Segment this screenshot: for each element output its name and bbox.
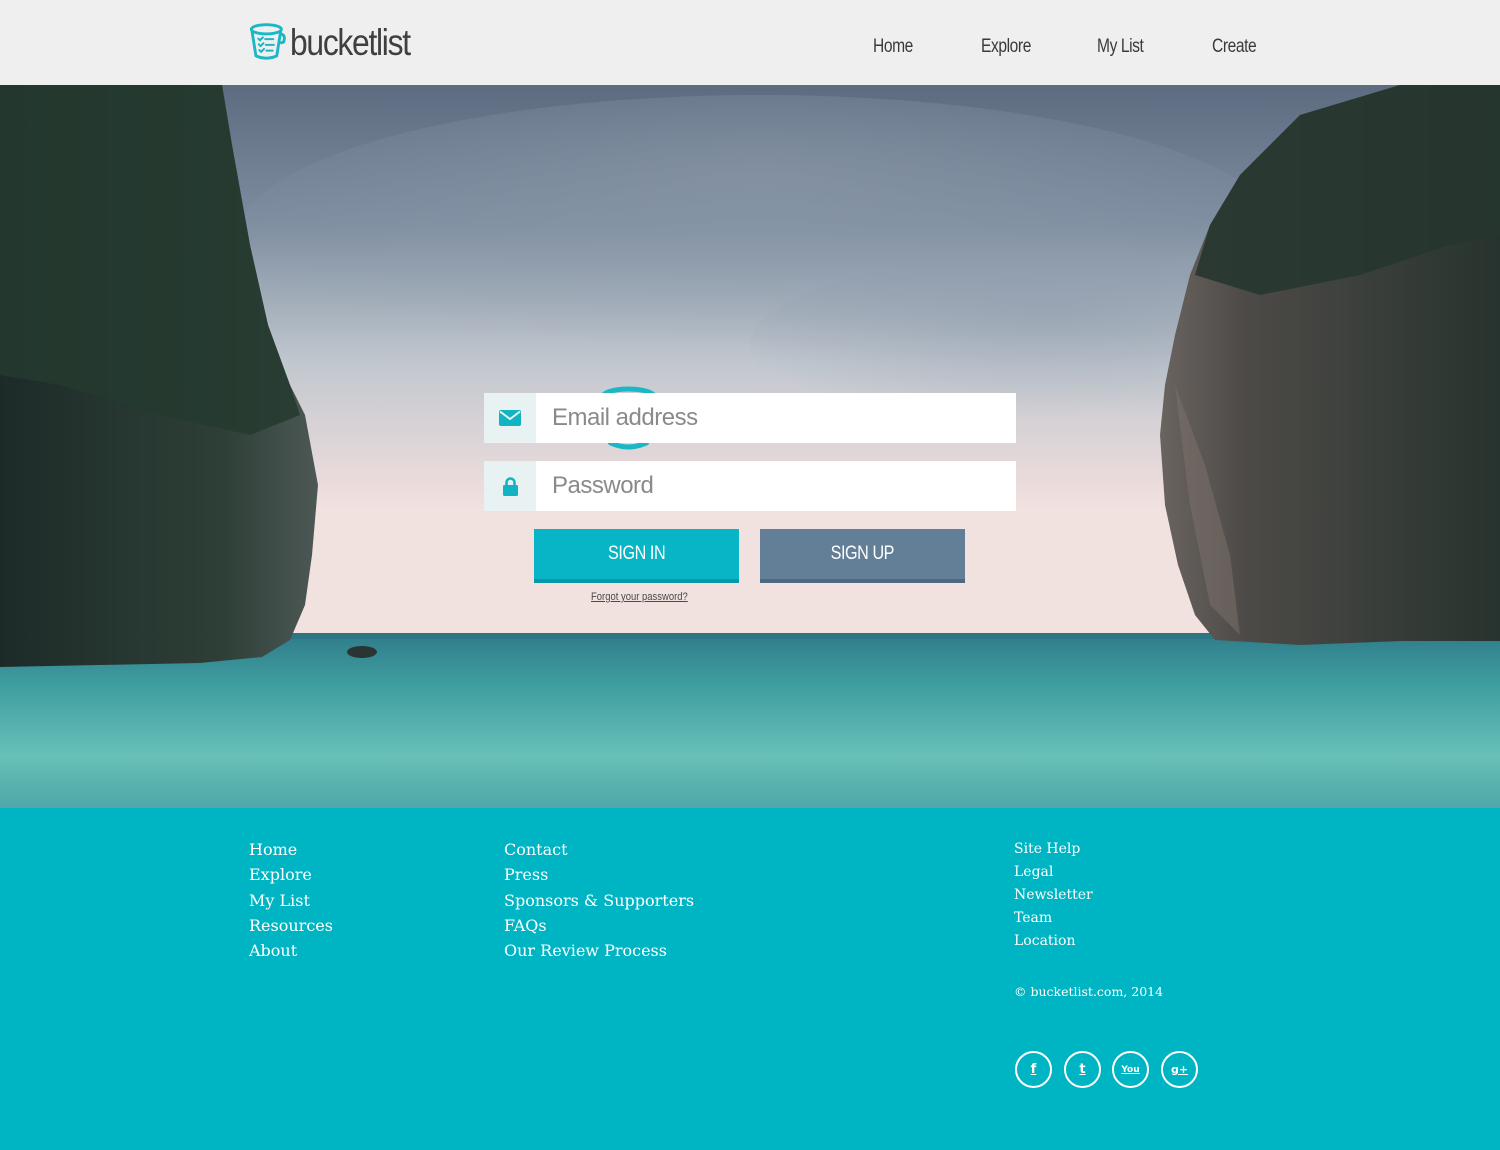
footer-link-review-process[interactable]: Our Review Process — [504, 941, 667, 960]
copyright-text: © bucketlist.com, 2014 — [1014, 984, 1164, 999]
main-nav: Home Explore My List Create — [0, 36, 1500, 66]
google-plus-icon[interactable]: g+ — [1161, 1051, 1198, 1088]
footer-link-site-help[interactable]: Site Help — [1014, 841, 1080, 857]
footer-link-home[interactable]: Home — [249, 840, 297, 859]
footer-link-resources[interactable]: Resources — [249, 916, 333, 935]
facebook-glyph: f — [1030, 1062, 1037, 1077]
sign-up-button[interactable]: SIGN UP — [760, 529, 965, 583]
forgot-password-link[interactable]: Forgot your password? — [591, 591, 688, 603]
sign-in-label: SIGN IN — [607, 543, 666, 564]
footer-col-main: Home Explore My List Resources About — [249, 840, 333, 966]
password-input[interactable] — [536, 461, 1016, 511]
nav-explore[interactable]: Explore — [981, 36, 1031, 58]
footer-link-press[interactable]: Press — [504, 865, 548, 884]
footer-link-explore[interactable]: Explore — [249, 865, 312, 884]
nav-home[interactable]: Home — [873, 36, 913, 58]
footer-link-legal[interactable]: Legal — [1014, 864, 1053, 880]
twitter-glyph: t — [1079, 1062, 1086, 1077]
footer-col-info: Contact Press Sponsors & Supporters FAQs… — [504, 840, 694, 966]
footer-link-newsletter[interactable]: Newsletter — [1014, 887, 1093, 903]
footer-link-about[interactable]: About — [249, 941, 297, 960]
site-footer: Home Explore My List Resources About Con… — [0, 808, 1500, 1150]
email-field — [484, 393, 1016, 443]
email-input[interactable] — [536, 393, 1016, 443]
site-header: bucketlist Home Explore My List Create — [0, 0, 1500, 85]
envelope-icon — [484, 393, 536, 443]
twitter-icon[interactable]: t — [1064, 1051, 1101, 1088]
youtube-glyph: You — [1121, 1064, 1140, 1075]
youtube-icon[interactable]: You — [1112, 1051, 1149, 1088]
nav-create[interactable]: Create — [1212, 36, 1257, 58]
sign-in-button[interactable]: SIGN IN — [534, 529, 739, 583]
hero-section: bucketlist SIGN IN SIGN UP Forgot your p… — [0, 85, 1500, 808]
footer-link-my-list[interactable]: My List — [249, 891, 310, 910]
footer-link-team[interactable]: Team — [1014, 910, 1052, 926]
footer-link-contact[interactable]: Contact — [504, 840, 568, 859]
footer-link-location[interactable]: Location — [1014, 933, 1075, 949]
footer-link-faqs[interactable]: FAQs — [504, 916, 547, 935]
nav-my-list[interactable]: My List — [1097, 36, 1144, 58]
password-field — [484, 461, 1016, 511]
facebook-icon[interactable]: f — [1015, 1051, 1052, 1088]
footer-col-site: Site Help Legal Newsletter Team Location — [1014, 840, 1093, 955]
sign-up-label: SIGN UP — [830, 543, 895, 564]
lock-icon — [484, 461, 536, 511]
footer-link-sponsors[interactable]: Sponsors & Supporters — [504, 891, 694, 910]
google-plus-glyph: g+ — [1170, 1063, 1189, 1076]
